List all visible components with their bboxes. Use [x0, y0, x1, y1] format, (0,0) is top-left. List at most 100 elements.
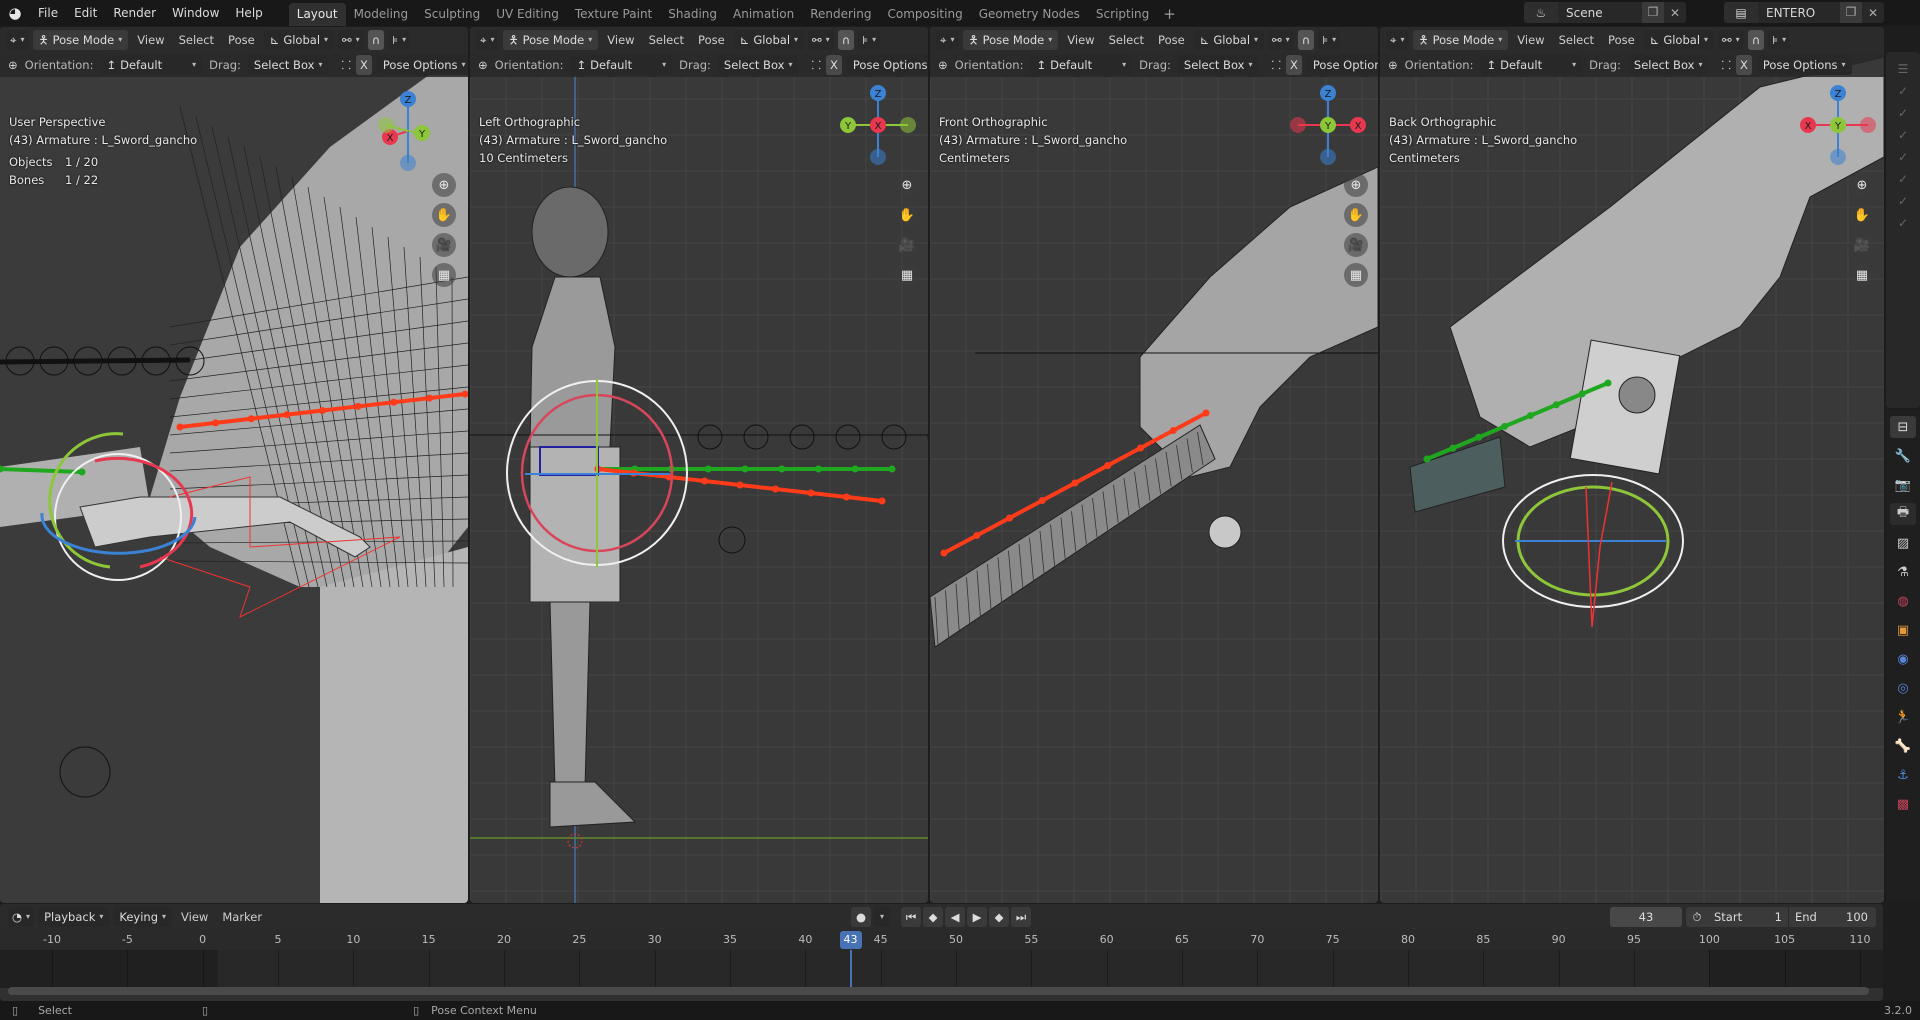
remove-view-layer-icon[interactable]: ✕	[1862, 6, 1884, 20]
menu-help[interactable]: Help	[227, 0, 270, 26]
menu-pose[interactable]: Pose	[1603, 33, 1640, 47]
menu-file[interactable]: File	[30, 0, 66, 26]
orientation-dropdown[interactable]: ↥ Default ▾	[1030, 55, 1133, 75]
visibility-check-icon[interactable]: ✓	[1898, 194, 1908, 208]
menu-pose[interactable]: Pose	[693, 33, 730, 47]
gizmo-neg-x-handle[interactable]	[1860, 117, 1876, 133]
timeline-ruler[interactable]: -10 -5 0 5 10 15 20 25 30 35 40 45 50 55 60 65 70 75 80 85 9…	[0, 930, 1883, 950]
object-properties-icon[interactable]: ▣	[1890, 619, 1916, 641]
pose-options-dropdown[interactable]: Pose Options▾	[1756, 55, 1852, 75]
tab-shading[interactable]: Shading	[660, 3, 725, 26]
transform-orientation-dropdown[interactable]: ⊾ Global ▾	[263, 30, 335, 50]
pivot-point-dropdown[interactable]: ⚯ ▾	[808, 30, 834, 50]
view-layer-selector[interactable]: ▤ ENTERO ❐ ✕	[1724, 2, 1884, 23]
visibility-check-icon[interactable]: ✓	[1898, 150, 1908, 164]
gizmo-neg-z-handle[interactable]	[400, 155, 416, 171]
tool-icon[interactable]: ⊕	[8, 58, 18, 72]
menu-window[interactable]: Window	[164, 0, 227, 26]
visibility-check-icon[interactable]: ✓	[1898, 172, 1908, 186]
x-mirror-toggle[interactable]: X	[1736, 55, 1752, 75]
menu-select[interactable]: Select	[1104, 33, 1149, 47]
remove-scene-icon[interactable]: ✕	[1664, 6, 1686, 20]
camera-view-icon[interactable]: 🎥	[1850, 233, 1874, 257]
auto-keying-toggle[interactable]: ●	[851, 907, 871, 927]
viewport-left-orthographic[interactable]: ⌖ ▾ 🯅 Pose Mode ▾ View Select Pose ⊾ Global ▾…	[470, 27, 928, 903]
tab-animation[interactable]: Animation	[725, 3, 802, 26]
tab-rendering[interactable]: Rendering	[802, 3, 879, 26]
physics-properties-icon[interactable]: ◎	[1890, 677, 1916, 699]
menu-view[interactable]: View	[1512, 33, 1549, 47]
playhead-frame-badge[interactable]: 43	[839, 931, 862, 949]
pan-hand-icon[interactable]: ✋	[432, 203, 456, 227]
menu-view[interactable]: View	[1062, 33, 1099, 47]
menu-render[interactable]: Render	[105, 0, 164, 26]
navigation-gizmo[interactable]: Z X Y	[1288, 85, 1368, 165]
x-mirror-toggle[interactable]: X	[826, 55, 842, 75]
snap-toggle[interactable]: ∩	[367, 30, 385, 50]
bone-constraints-icon[interactable]: ⚓	[1890, 764, 1916, 786]
drag-dropdown[interactable]: Select Box ▾	[247, 55, 329, 75]
gizmo-neg-x-handle[interactable]	[1290, 117, 1306, 133]
gizmo-neg-z-handle[interactable]	[1830, 149, 1846, 165]
view-layer-icon[interactable]: ▤	[1724, 2, 1758, 23]
pivot-point-dropdown[interactable]: ⚯ ▾	[1268, 30, 1294, 50]
end-frame-field[interactable]: End 100	[1788, 907, 1874, 927]
jump-end-button[interactable]: ⏭	[1011, 907, 1031, 927]
texture-properties-icon[interactable]: ▩	[1890, 793, 1916, 815]
tab-layout[interactable]: Layout	[288, 3, 346, 26]
transform-orientation-dropdown[interactable]: ⊾ Global ▾	[1643, 30, 1715, 50]
pose-options-dropdown[interactable]: Pose Options▾	[846, 55, 928, 75]
gizmo-neg-z-handle[interactable]	[870, 149, 886, 165]
menu-select[interactable]: Select	[1554, 33, 1599, 47]
menu-view[interactable]: View	[176, 910, 213, 924]
visibility-check-icon[interactable]: ✓	[1898, 84, 1908, 98]
visibility-check-icon[interactable]: ✓	[1898, 106, 1908, 120]
playback-menu[interactable]: Playback ▾	[38, 907, 110, 927]
menu-select[interactable]: Select	[644, 33, 689, 47]
snap-toggle[interactable]: ∩	[1297, 30, 1315, 50]
pose-options-dropdown[interactable]: Pose Options▾	[1306, 55, 1378, 75]
timeline-keyframe-area[interactable]	[0, 950, 1883, 988]
zoom-icon[interactable]: ⊕	[432, 173, 456, 197]
scene-icon[interactable]: ♨	[1524, 2, 1558, 23]
snap-target-dropdown[interactable]: ⊧ ▾	[388, 30, 411, 50]
add-workspace-button[interactable]: +	[1157, 3, 1182, 26]
scene-selector[interactable]: ♨ Scene ❐ ✕	[1524, 2, 1686, 23]
perspective-grid-icon[interactable]: ▦	[432, 263, 456, 287]
tab-texture-paint[interactable]: Texture Paint	[567, 3, 660, 26]
orientation-dropdown[interactable]: ↥ Default ▾	[100, 55, 203, 75]
world-properties-icon[interactable]: ◍	[1890, 590, 1916, 612]
menu-marker[interactable]: Marker	[217, 910, 267, 924]
blender-logo-icon[interactable]: ◕	[0, 0, 30, 26]
pivot-point-dropdown[interactable]: ⚯ ▾	[1718, 30, 1744, 50]
jump-start-button[interactable]: ⏮	[901, 907, 921, 927]
view-layer-properties-icon[interactable]: ▨	[1890, 532, 1916, 554]
tab-compositing[interactable]: Compositing	[879, 3, 970, 26]
drag-dropdown[interactable]: Select Box ▾	[1627, 55, 1709, 75]
x-mirror-toggle[interactable]: X	[1286, 55, 1302, 75]
tab-scripting[interactable]: Scripting	[1088, 3, 1157, 26]
object-data-armature-icon[interactable]: 🏃	[1890, 706, 1916, 728]
viewport-front-orthographic[interactable]: ⌖ ▾ 🯅 Pose Mode ▾ View Select Pose ⊾ Global ▾…	[930, 27, 1378, 903]
perspective-grid-icon[interactable]: ▦	[1344, 263, 1368, 287]
scene-name[interactable]: Scene	[1558, 6, 1642, 20]
drag-dropdown[interactable]: Select Box ▾	[1177, 55, 1259, 75]
perspective-grid-icon[interactable]: ▦	[895, 263, 919, 287]
pan-hand-icon[interactable]: ✋	[895, 203, 919, 227]
keying-menu[interactable]: Keying ▾	[113, 907, 173, 927]
mode-dropdown[interactable]: 🯅 Pose Mode ▾	[502, 30, 599, 50]
zoom-icon[interactable]: ⊕	[1344, 173, 1368, 197]
viewport-back-orthographic[interactable]: ⌖ ▾ 🯅 Pose Mode ▾ View Select Pose ⊾ Global ▾…	[1380, 27, 1884, 903]
x-mirror-toggle[interactable]: X	[356, 55, 372, 75]
menu-view[interactable]: View	[132, 33, 169, 47]
timeline-scrollbar[interactable]	[8, 987, 1869, 995]
gizmo-neg-y-handle[interactable]	[900, 117, 916, 133]
mode-dropdown[interactable]: 🯅 Pose Mode ▾	[32, 30, 129, 50]
outliner-icon[interactable]: ☰	[1898, 62, 1909, 76]
mode-dropdown[interactable]: 🯅 Pose Mode ▾	[1412, 30, 1509, 50]
transform-orientation-dropdown[interactable]: ⊾ Global ▾	[1193, 30, 1265, 50]
menu-pose[interactable]: Pose	[223, 33, 260, 47]
copy-view-layer-icon[interactable]: ❐	[1840, 2, 1862, 23]
orientation-dropdown[interactable]: ↥ Default ▾	[570, 55, 673, 75]
menu-edit[interactable]: Edit	[66, 0, 105, 26]
